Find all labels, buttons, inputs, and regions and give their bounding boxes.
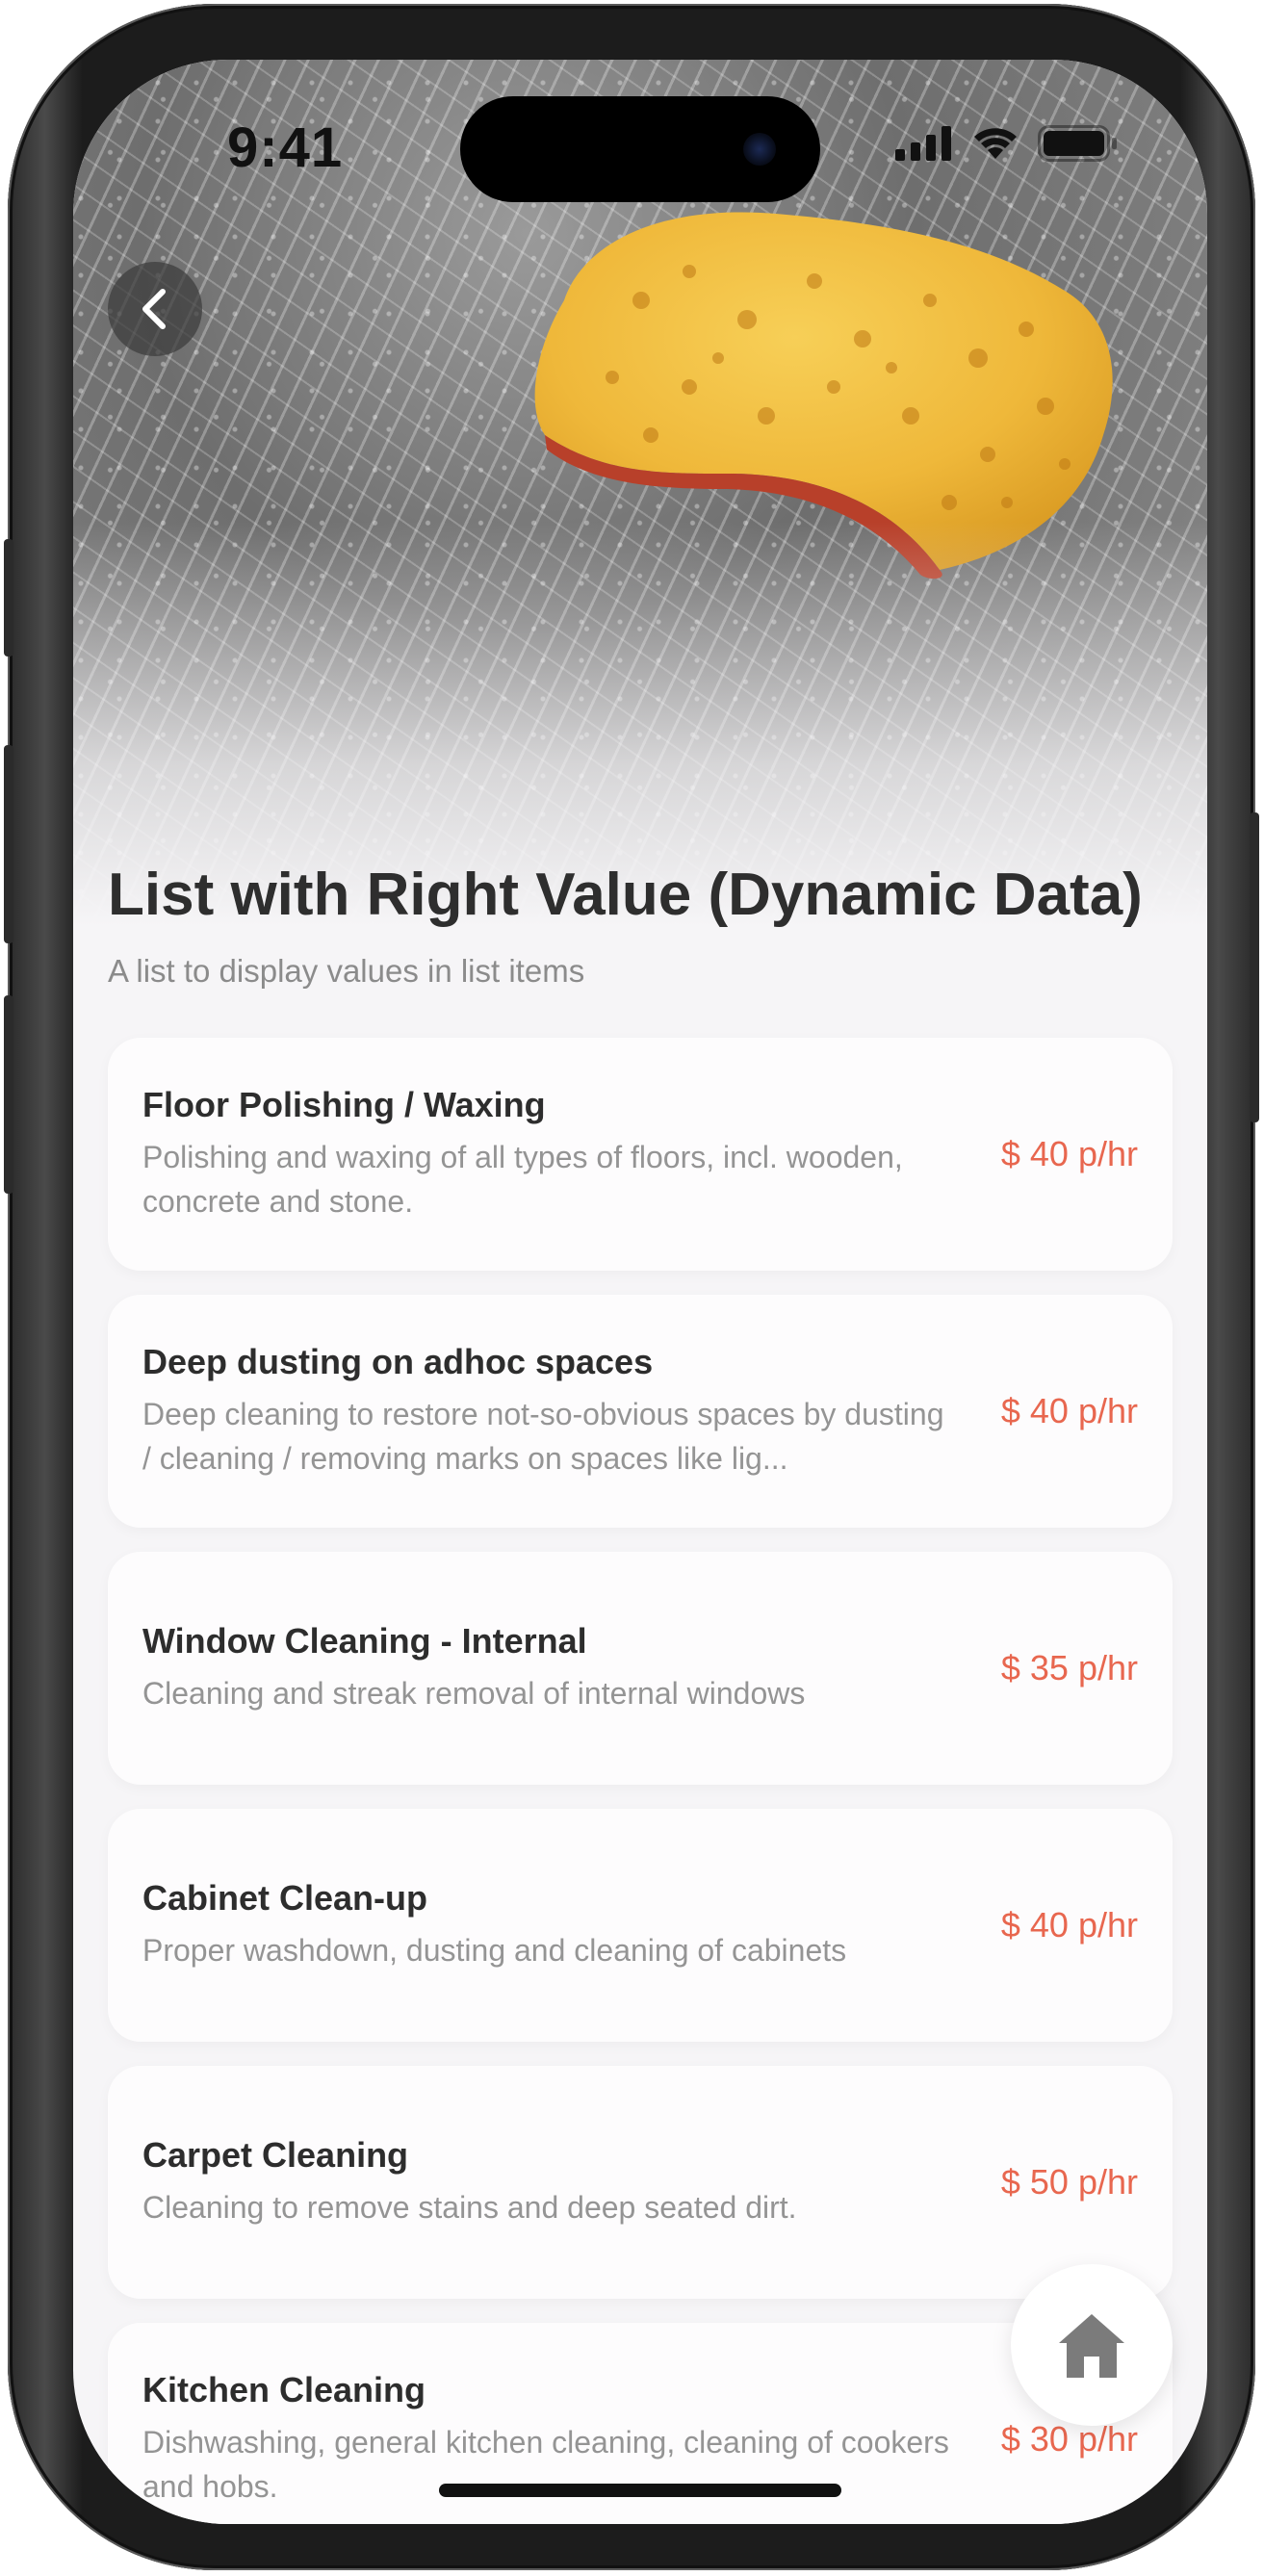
list-item-title: Deep dusting on adhoc spaces [142, 1342, 654, 1381]
list-item[interactable]: Window Cleaning - Internal Cleaning and … [108, 1552, 1173, 1785]
list-item[interactable]: Cabinet Clean-up Proper washdown, dustin… [108, 1809, 1173, 2042]
list-item-price: $ 30 p/hr [1000, 2419, 1138, 2459]
list-item-text: Cabinet Clean-up Proper washdown, dustin… [142, 1878, 961, 1972]
back-button[interactable] [108, 262, 202, 356]
chevron-left-icon [142, 289, 166, 329]
list-item[interactable]: Deep dusting on adhoc spaces Deep cleani… [108, 1295, 1173, 1528]
list-item-price: $ 35 p/hr [1000, 1648, 1138, 1687]
list-item-price: $ 40 p/hr [1000, 1134, 1138, 1173]
list-item-text: Floor Polishing / Waxing Polishing and w… [142, 1085, 961, 1224]
list-item[interactable]: Floor Polishing / Waxing Polishing and w… [108, 1038, 1173, 1271]
action-button [4, 539, 13, 657]
home-button[interactable] [1011, 2264, 1173, 2426]
list-item-description: Cleaning to remove stains and deep seate… [142, 2190, 797, 2225]
list-item-title: Cabinet Clean-up [142, 1878, 428, 1918]
dynamic-island [460, 96, 820, 202]
battery-icon [1038, 125, 1117, 162]
list-item-text: Window Cleaning - Internal Cleaning and … [142, 1621, 961, 1715]
status-icons [895, 125, 1119, 162]
status-bar: 9:41 [73, 60, 1207, 243]
list-item-text: Carpet Cleaning Cleaning to remove stain… [142, 2135, 961, 2229]
page-subtitle: A list to display values in list items [108, 953, 585, 989]
list-item-description: Deep cleaning to restore not-so-obvious … [142, 1397, 944, 1476]
list-item-text: Deep dusting on adhoc spaces Deep cleani… [142, 1342, 961, 1481]
status-time: 9:41 [227, 116, 344, 179]
cellular-signal-icon [895, 126, 951, 161]
list-item-price: $ 50 p/hr [1000, 2162, 1138, 2202]
phone-frame: 9:41 List with Right Value (Dynamic Data… [4, 4, 1259, 2570]
list-item-title: Window Cleaning - Internal [142, 1621, 587, 1661]
list-item-description: Proper washdown, dusting and cleaning of… [142, 1933, 847, 1968]
list-item-title: Carpet Cleaning [142, 2135, 409, 2175]
volume-up-button [4, 745, 13, 943]
home-icon [1059, 2314, 1124, 2378]
power-button [1250, 812, 1259, 1122]
front-camera [743, 133, 776, 166]
list-item[interactable]: Carpet Cleaning Cleaning to remove stain… [108, 2066, 1173, 2299]
service-list: Floor Polishing / Waxing Polishing and w… [108, 1038, 1173, 2524]
list-item-description: Polishing and waxing of all types of flo… [142, 1140, 903, 1219]
list-item-title: Kitchen Cleaning [142, 2370, 426, 2409]
home-indicator[interactable] [439, 2484, 841, 2497]
list-item-price: $ 40 p/hr [1000, 1391, 1138, 1430]
list-item-title: Floor Polishing / Waxing [142, 1085, 546, 1124]
page-title: List with Right Value (Dynamic Data) [108, 862, 1143, 928]
list-item-description: Cleaning and streak removal of internal … [142, 1676, 806, 1711]
wifi-icon [974, 128, 1017, 159]
volume-down-button [4, 995, 13, 1194]
list-item-price: $ 40 p/hr [1000, 1905, 1138, 1945]
app-screen: 9:41 List with Right Value (Dynamic Data… [73, 60, 1207, 2524]
